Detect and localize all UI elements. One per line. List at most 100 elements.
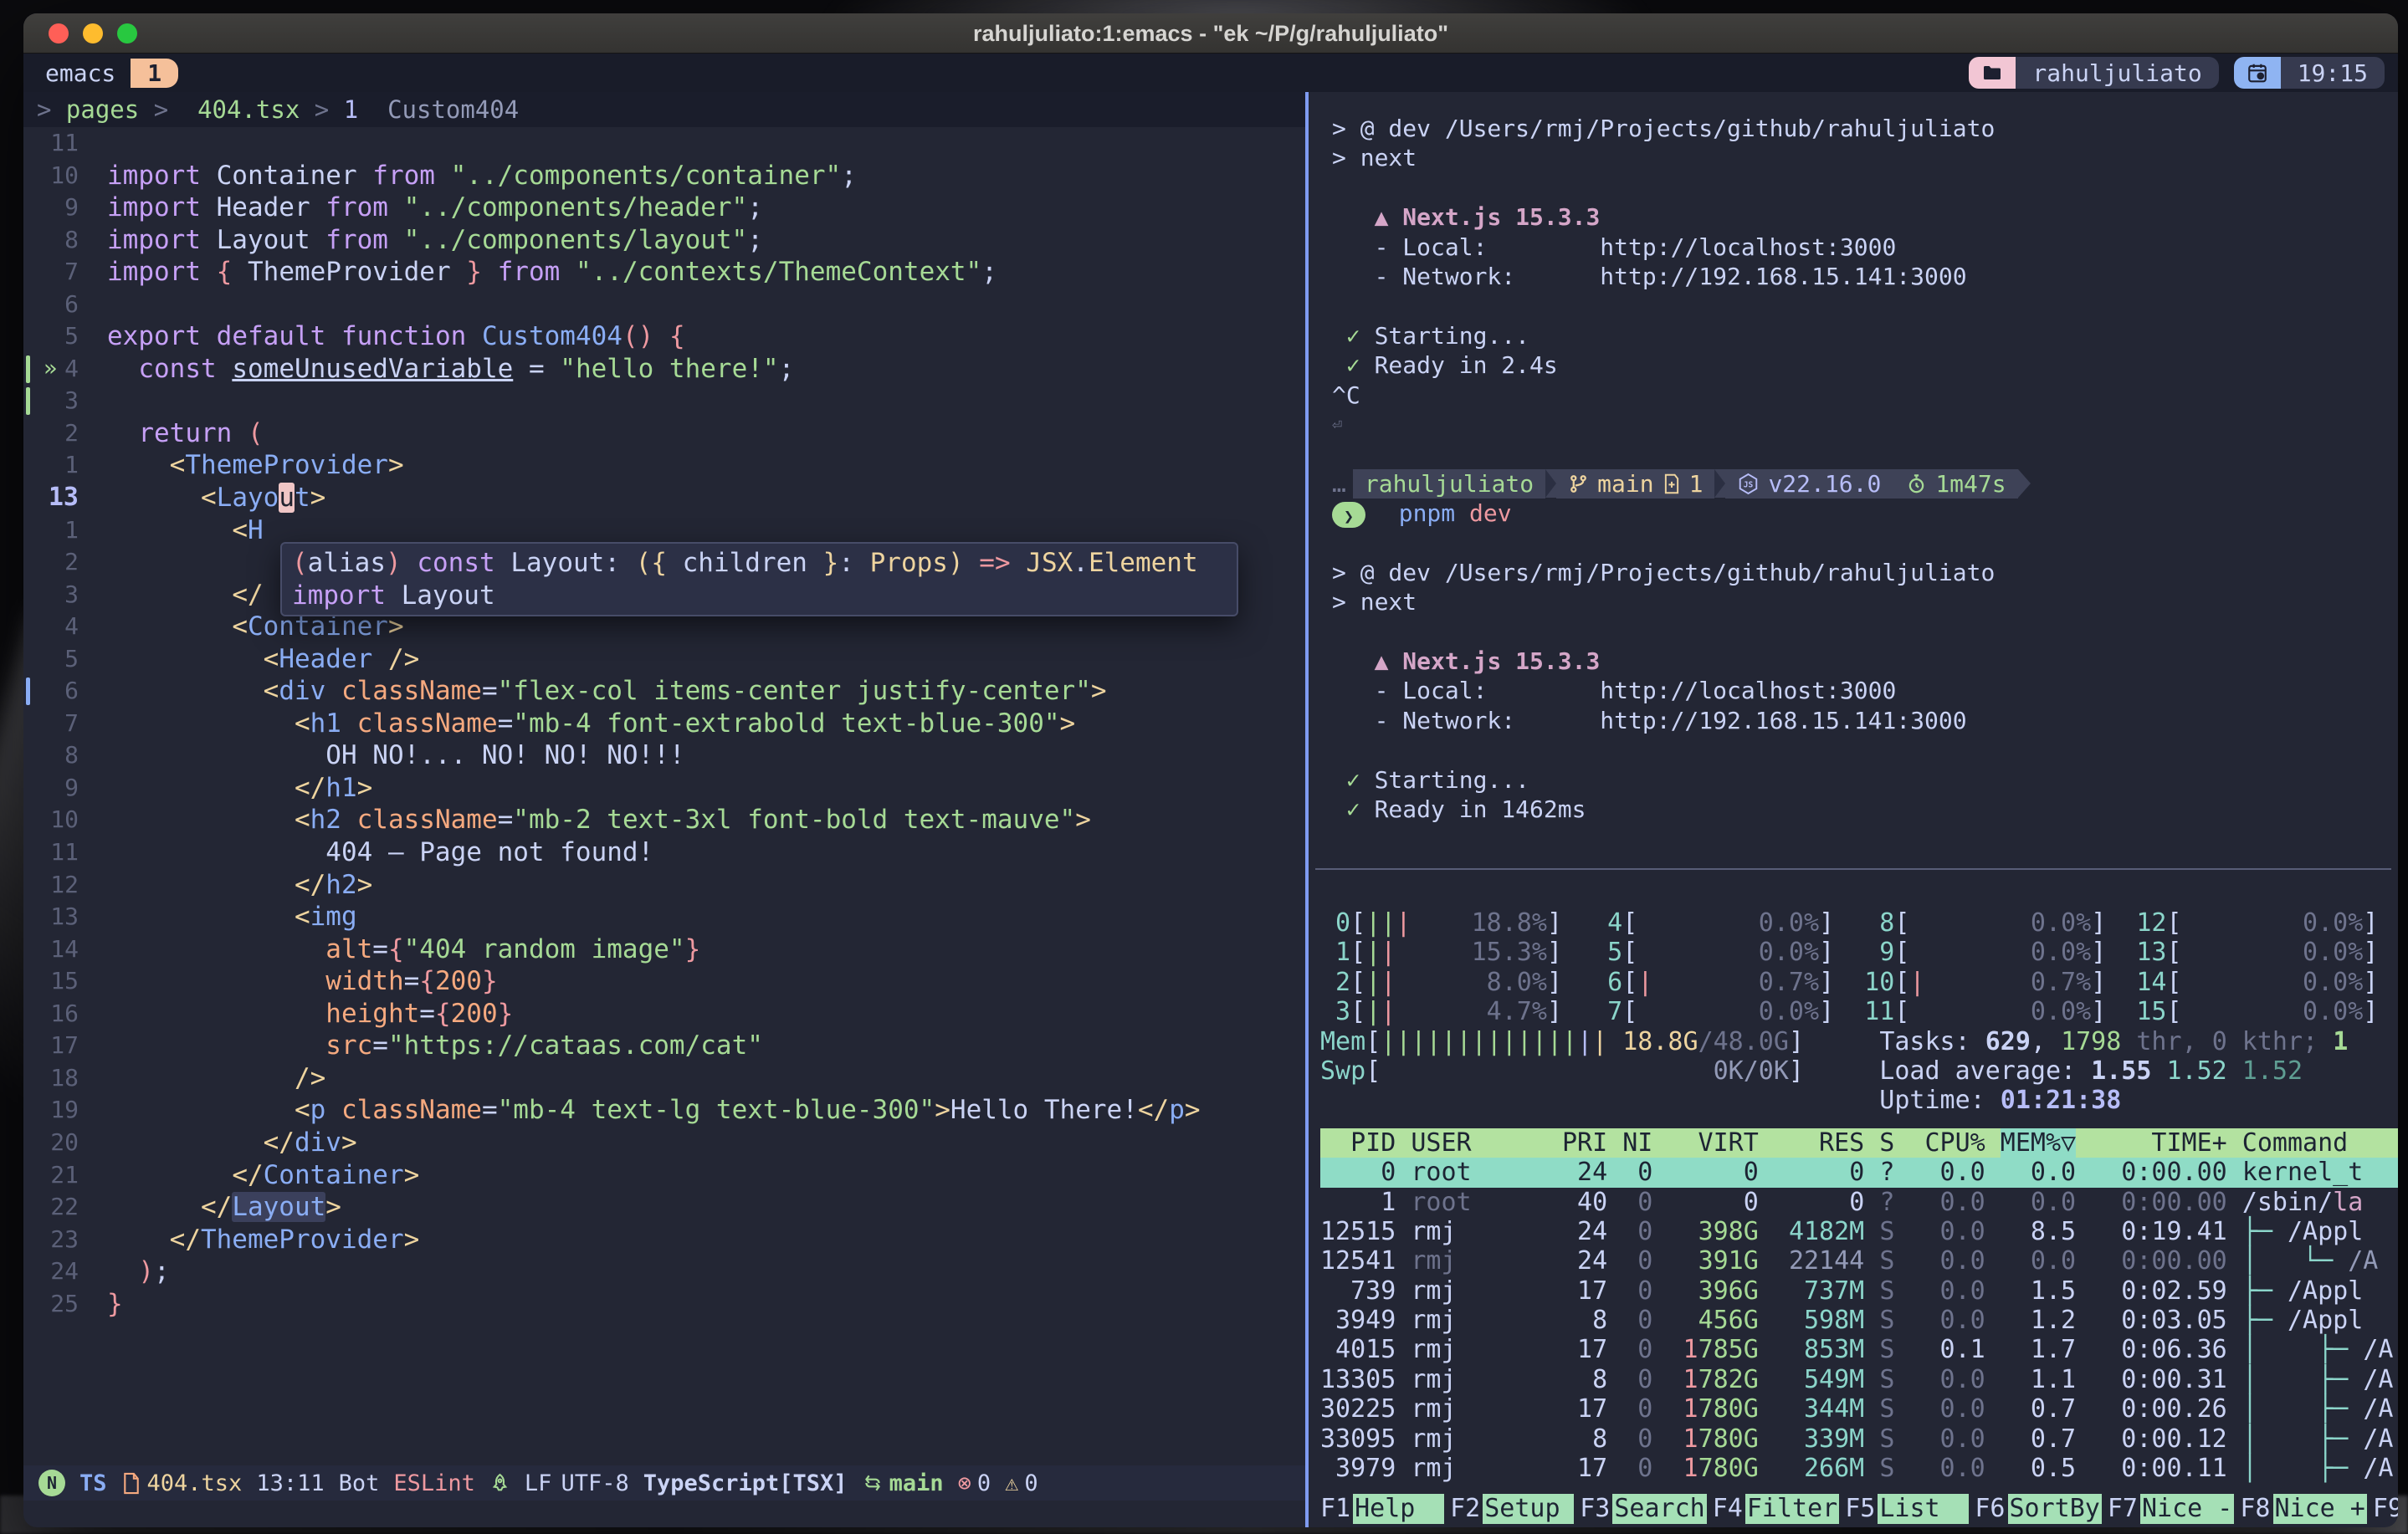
- line-number: 10: [23, 804, 79, 836]
- code-line[interactable]: 7import { ThemeProvider } from "../conte…: [23, 256, 1305, 289]
- line-number: 19: [23, 1094, 79, 1127]
- code-line[interactable]: »4 const someUnusedVariable = "hello the…: [23, 353, 1305, 386]
- tmux-status-bar: emacs 1 rahuljuliato 19:15: [23, 54, 2398, 92]
- code-line[interactable]: 5 <Header />: [23, 643, 1305, 676]
- code-line[interactable]: 10import Container from "../components/c…: [23, 160, 1305, 192]
- code-line[interactable]: 13 <Layout>: [23, 482, 1305, 514]
- code-line[interactable]: 12 </h2>: [23, 869, 1305, 902]
- titlebar[interactable]: rahuljuliato:1:emacs - "ek ~/P/g/rahulju…: [23, 13, 2398, 54]
- code-line[interactable]: 6: [23, 289, 1305, 321]
- process-row[interactable]: 4015 rmj 17 0 1785G 853M S 0.1 1.7 0:06.…: [1320, 1335, 2398, 1364]
- code-line[interactable]: 11: [23, 127, 1305, 160]
- line-number: 20: [23, 1127, 79, 1159]
- code-line[interactable]: 6 <div className="flex-col items-center …: [23, 675, 1305, 708]
- code-line[interactable]: 14 alt={"404 random image"}: [23, 933, 1305, 966]
- terminal-line: ✓ Starting...: [1332, 321, 2398, 350]
- pane-split-horizontal[interactable]: [1315, 868, 2391, 870]
- close-button[interactable]: [49, 23, 69, 43]
- warnings-icon: ⚠: [1005, 1470, 1018, 1496]
- code-line[interactable]: 21 </Container>: [23, 1159, 1305, 1192]
- code-line[interactable]: 8 OH NO!... NO! NO! NO!!!: [23, 739, 1305, 772]
- process-row[interactable]: 12541 rmj 24 0 391G 22144 S 0.0 0.0 0:00…: [1320, 1246, 2398, 1276]
- minimize-button[interactable]: [83, 23, 103, 43]
- process-table-header[interactable]: PID USER PRI NI VIRT RES S CPU% MEM%▽ TI…: [1320, 1128, 2398, 1158]
- warning-count: 0: [1024, 1470, 1037, 1496]
- line-number: 12: [23, 869, 79, 902]
- tmux-window-name: emacs: [37, 59, 131, 88]
- modeline-branch: main: [889, 1470, 944, 1496]
- ts-badge: TS: [79, 1470, 107, 1496]
- terminal-line: ▲ Next.js 15.3.3: [1332, 202, 2398, 232]
- terminal-line: …rahuljuliatomain1JSv22.16.01m47s: [1332, 469, 2398, 499]
- fkey-f7[interactable]: F7Nice -: [2108, 1494, 2235, 1524]
- terminal-line: ▲ Next.js 15.3.3: [1332, 647, 2398, 676]
- terminal-line: - Network: http://192.168.15.141:3000: [1332, 706, 2398, 735]
- terminal-pane[interactable]: > @ dev /Users/rmj/Projects/github/rahul…: [1309, 92, 2398, 1527]
- process-row[interactable]: 33095 rmj 8 0 1780G 339M S 0.0 0.7 0:00.…: [1320, 1424, 2398, 1454]
- fkey-f6[interactable]: F6SortBy: [1975, 1494, 2102, 1524]
- line-number: 11: [23, 127, 79, 160]
- code-line[interactable]: 13 <img: [23, 901, 1305, 933]
- process-row[interactable]: 0 root 24 0 0 0 ? 0.0 0.0 0:00.00 kernel…: [1320, 1158, 2398, 1187]
- terminal-line: [1332, 291, 2398, 320]
- code-line[interactable]: 17 src="https://cataas.com/cat": [23, 1030, 1305, 1062]
- code-line[interactable]: 5export default function Custom404() {: [23, 320, 1305, 353]
- code-line[interactable]: 25}: [23, 1288, 1305, 1321]
- tmux-window-tab[interactable]: emacs 1: [37, 59, 178, 88]
- line-number: 4: [23, 353, 79, 386]
- emacs-pane[interactable]: > pages > 404.tsx > 1 Custom404 1110impo…: [23, 92, 1305, 1527]
- process-row[interactable]: 13305 rmj 8 0 1782G 549M S 0.0 1.1 0:00.…: [1320, 1365, 2398, 1394]
- code-line[interactable]: 15 width={200}: [23, 965, 1305, 998]
- terminal-line: > @ dev /Users/rmj/Projects/github/rahul…: [1332, 558, 2398, 587]
- process-row[interactable]: 3979 rmj 17 0 1780G 266M S 0.0 0.5 0:00.…: [1320, 1454, 2398, 1483]
- process-row[interactable]: 12515 rmj 24 0 398G 4182M S 0.0 8.5 0:19…: [1320, 1217, 2398, 1246]
- process-row[interactable]: 3949 rmj 8 0 456G 598M S 0.0 1.2 0:03.05…: [1320, 1306, 2398, 1335]
- line-number: 25: [23, 1288, 79, 1321]
- code-line[interactable]: 3: [23, 385, 1305, 417]
- terminal-line: - Local: http://localhost:3000: [1332, 676, 2398, 705]
- code-line[interactable]: 9import Header from "../components/heade…: [23, 192, 1305, 224]
- htop-meters: 0[||| 18.8%] 4[ 0.0%] 8[ 0.0%] 12[ 0.0%]…: [1320, 880, 2398, 1116]
- prompt-node-version: v22.16.0: [1768, 469, 1881, 499]
- line-number: 2: [23, 417, 79, 450]
- prompt-symbol: ❯: [1332, 502, 1365, 528]
- fkey-f4[interactable]: F4Filter: [1713, 1494, 1840, 1524]
- htop: 0[||| 18.8%] 4[ 0.0%] 8[ 0.0%] 12[ 0.0%]…: [1320, 880, 2398, 1527]
- modeline-major-mode: TypeScript[TSX]: [643, 1470, 848, 1496]
- code-line[interactable]: 9 </h1>: [23, 772, 1305, 805]
- terminal-line: [1332, 528, 2398, 557]
- process-row[interactable]: 739 rmj 17 0 396G 737M S 0.0 1.5 0:02.59…: [1320, 1276, 2398, 1306]
- code-line[interactable]: 8import Layout from "../components/layou…: [23, 224, 1305, 257]
- process-row[interactable]: 1 root 40 0 0 0 ? 0.0 0.0 0:00.00 /sbin/…: [1320, 1188, 2398, 1217]
- code-line[interactable]: 23 </ThemeProvider>: [23, 1224, 1305, 1256]
- line-number: 3: [23, 385, 79, 417]
- code-line[interactable]: 2 return (: [23, 417, 1305, 450]
- fkey-f3[interactable]: F3Search: [1580, 1494, 1707, 1524]
- line-number: 13: [23, 482, 79, 514]
- code-line[interactable]: 18 />: [23, 1062, 1305, 1095]
- code-buffer[interactable]: 1110import Container from "../components…: [23, 127, 1305, 1320]
- zoom-button[interactable]: [117, 23, 137, 43]
- uptime-row: Uptime: 01:21:38: [1320, 1086, 2398, 1115]
- cpu-meter-row: 1[|| 15.3%] 5[ 0.0%] 9[ 0.0%] 13[ 0.0%]: [1320, 938, 2398, 967]
- fkey-f5[interactable]: F5List: [1845, 1494, 1969, 1524]
- eldoc-import: import Layout: [292, 580, 1227, 612]
- code-line[interactable]: 20 </div>: [23, 1127, 1305, 1159]
- code-line[interactable]: 19 <p className="mb-4 text-lg text-blue-…: [23, 1094, 1305, 1127]
- code-line[interactable]: 16 height={200}: [23, 998, 1305, 1030]
- fkey-f9[interactable]: F9K: [2373, 1494, 2398, 1524]
- code-line[interactable]: 22 </Layout>: [23, 1191, 1305, 1224]
- code-line[interactable]: 24 );: [23, 1255, 1305, 1288]
- line-number: 16: [23, 998, 79, 1030]
- code-line[interactable]: 10 <h2 className="mb-2 text-3xl font-bol…: [23, 804, 1305, 836]
- code-line[interactable]: 1 <ThemeProvider>: [23, 449, 1305, 482]
- line-number: 24: [23, 1255, 79, 1288]
- fkey-f8[interactable]: F8Nice +: [2240, 1494, 2367, 1524]
- code-line[interactable]: 7 <h1 className="mb-4 font-extrabold tex…: [23, 708, 1305, 740]
- cpu-meter-row: 3[|| 4.7%] 7[ 0.0%] 11[ 0.0%] 15[ 0.0%]: [1320, 997, 2398, 1026]
- stopwatch-icon: [1906, 473, 1927, 494]
- fkey-f2[interactable]: F2Setup: [1450, 1494, 1574, 1524]
- code-line[interactable]: 11 404 – Page not found!: [23, 836, 1305, 869]
- fkey-f1[interactable]: F1Help: [1320, 1494, 1444, 1524]
- process-row[interactable]: 30225 rmj 17 0 1780G 344M S 0.0 0.7 0:00…: [1320, 1394, 2398, 1424]
